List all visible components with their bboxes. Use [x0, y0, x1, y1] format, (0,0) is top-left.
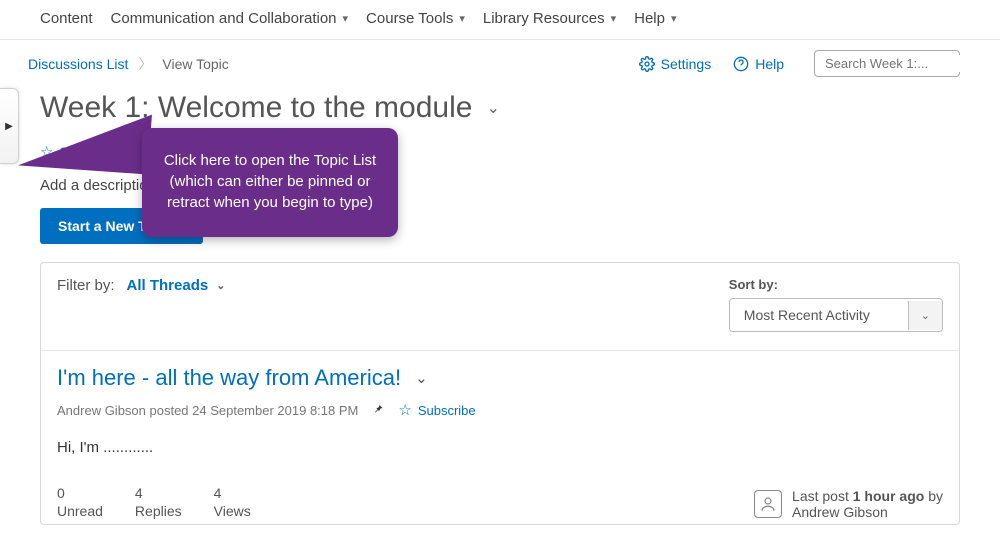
crumb-separator-icon: 〉	[138, 54, 152, 74]
thread-subscribe[interactable]: ☆ Subscribe	[398, 401, 475, 419]
nav-course-tools[interactable]: Course Tools▾	[366, 10, 465, 27]
sort-label: Sort by:	[729, 277, 943, 292]
last-post-info: Last post 1 hour ago by Andrew Gibson	[754, 488, 943, 520]
thread-meta: Andrew Gibson posted 24 September 2019 8…	[57, 403, 358, 418]
thread-item: I'm here - all the way from America! ⌄ A…	[41, 351, 959, 524]
nav-content[interactable]: Content	[40, 10, 93, 27]
chevron-down-icon: ▾	[459, 12, 465, 25]
chevron-down-icon: ▾	[343, 12, 349, 25]
crumb-current: View Topic	[162, 56, 228, 72]
stat-unread: 0Unread	[57, 484, 103, 520]
thread-panel: Filter by: All Threads ⌄ Sort by: Most R…	[40, 262, 960, 525]
chevron-down-icon: ▾	[671, 12, 677, 25]
breadcrumb: Discussions List 〉 View Topic	[28, 54, 229, 74]
star-icon: ☆	[398, 401, 411, 419]
search-box[interactable]	[814, 50, 960, 77]
chevron-down-icon: ⌄	[216, 279, 225, 292]
settings-label: Settings	[661, 56, 712, 72]
pin-icon	[372, 402, 384, 419]
top-nav: Content Communication and Collaboration▾…	[0, 0, 1000, 40]
chevron-down-icon[interactable]: ⌄	[486, 98, 499, 118]
topic-list-toggle[interactable]: ▶	[0, 88, 19, 164]
filter-label: Filter by:	[57, 277, 115, 294]
help-icon	[733, 56, 749, 72]
search-input[interactable]	[823, 55, 1000, 72]
toolbar-row: Discussions List 〉 View Topic Settings H…	[0, 40, 1000, 77]
settings-link[interactable]: Settings	[639, 56, 712, 72]
subscribe-label: Subscribe	[418, 403, 476, 418]
sort-value: Most Recent Activity	[730, 299, 908, 331]
filter-dropdown[interactable]: All Threads ⌄	[127, 277, 226, 294]
nav-help[interactable]: Help▾	[634, 10, 676, 27]
nav-communication[interactable]: Communication and Collaboration▾	[111, 10, 349, 27]
stat-replies[interactable]: 4Replies	[135, 484, 182, 520]
chevron-down-icon[interactable]: ⌄	[415, 369, 428, 387]
page-title: Week 1: Welcome to the module ⌄	[40, 91, 960, 125]
nav-library[interactable]: Library Resources▾	[483, 10, 616, 27]
sort-select[interactable]: Most Recent Activity ⌄	[729, 298, 943, 332]
gear-icon	[639, 56, 655, 72]
chevron-down-icon: ▾	[611, 12, 617, 25]
chevron-down-icon[interactable]: ⌄	[908, 301, 942, 330]
help-link[interactable]: Help	[733, 56, 784, 72]
thread-body: Hi, I'm ............	[57, 439, 943, 456]
panel-header: Filter by: All Threads ⌄ Sort by: Most R…	[41, 263, 959, 351]
help-label: Help	[755, 56, 784, 72]
callout-pointer	[18, 106, 152, 175]
avatar-icon	[754, 490, 782, 518]
crumb-discussions-list[interactable]: Discussions List	[28, 56, 128, 72]
stat-views: 4Views	[214, 484, 251, 520]
tutorial-callout: Click here to open the Topic List (which…	[142, 128, 398, 237]
thread-title-link[interactable]: I'm here - all the way from America! ⌄	[57, 365, 943, 391]
